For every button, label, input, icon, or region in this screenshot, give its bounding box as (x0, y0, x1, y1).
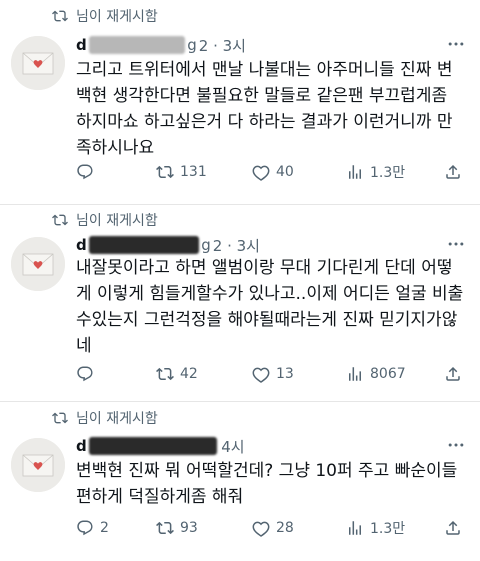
reply-icon (77, 366, 93, 382)
retweet-icon (156, 521, 174, 535)
like-button[interactable]: 28 (252, 519, 346, 537)
retweet-button[interactable]: 42 (156, 365, 252, 383)
retweet-icon (156, 367, 174, 381)
retweet-count: 93 (180, 520, 198, 536)
like-button[interactable]: 40 (252, 163, 346, 181)
share-icon (446, 520, 460, 535)
tweet-text: 그리고 트위터에서 맨날 나불대는 아주머니들 진짜 변 백현 생각한다면 불필… (76, 60, 453, 158)
more-button[interactable] (446, 34, 466, 54)
share-icon (446, 366, 460, 381)
more-icon (448, 443, 464, 447)
avatar[interactable] (11, 36, 65, 90)
view-count: 8067 (370, 366, 406, 382)
avatar[interactable] (11, 438, 65, 492)
reply-button[interactable] (76, 163, 156, 181)
author-handle[interactable]: d (76, 36, 87, 54)
reply-button[interactable] (76, 365, 156, 383)
avatar-envelope-icon (11, 237, 65, 291)
reply-count: 2 (100, 520, 109, 536)
retweet-indicator: 님이 재게시함 (52, 6, 158, 26)
redacted-name (89, 36, 186, 54)
redacted-name (89, 437, 218, 455)
tweet[interactable]: 님이 재게시함 d g 2 · 3시 내잘못이라고 하면 앨범이랑 무대 기다린… (0, 205, 480, 401)
like-count: 28 (276, 520, 294, 536)
retweet-button[interactable]: 93 (156, 519, 252, 537)
views-icon (349, 165, 361, 179)
share-button[interactable] (444, 163, 468, 181)
action-bar: 131 40 1.3만 (76, 161, 472, 183)
retweet-count: 42 (180, 366, 198, 382)
action-bar: 42 13 8067 (76, 363, 472, 385)
retweet-icon (52, 214, 68, 226)
retweet-count: 131 (180, 164, 207, 180)
author-handle[interactable]: d (76, 236, 87, 254)
handle-suffix: g (201, 236, 211, 254)
avatar[interactable] (11, 237, 65, 291)
tweet-header: d 4시 (76, 435, 436, 457)
retweet-label: 님이 재게시함 (76, 213, 158, 229)
like-icon (252, 367, 270, 383)
tweet-header: d g 2 · 3시 (76, 34, 436, 56)
redacted-name (89, 236, 200, 254)
more-button[interactable] (446, 234, 466, 254)
views-button[interactable]: 8067 (346, 365, 430, 383)
avatar-envelope-icon (11, 36, 65, 90)
timestamp[interactable]: 2 · 3시 (199, 35, 246, 56)
more-icon (448, 242, 464, 246)
retweet-icon (52, 10, 68, 22)
views-icon (349, 521, 361, 535)
action-bar: 2 93 28 1.3만 (76, 517, 472, 539)
reply-icon (77, 520, 93, 536)
more-button[interactable] (446, 435, 466, 455)
tweet-text: 내잘못이라고 하면 앨범이랑 무대 기다린게 단데 어떻 게 이렇게 힘들게할수… (76, 258, 464, 356)
timestamp[interactable]: 4시 (221, 436, 244, 457)
author-handle[interactable]: d (76, 437, 87, 455)
avatar-envelope-icon (11, 438, 65, 492)
views-button[interactable]: 1.3만 (346, 518, 430, 538)
reply-button[interactable]: 2 (76, 519, 156, 537)
retweet-icon (156, 165, 174, 179)
retweet-button[interactable]: 131 (156, 163, 252, 181)
like-count: 13 (276, 366, 294, 382)
tweet[interactable]: 님이 재게시함 d g 2 · 3시 그리고 트위터에서 맨날 나불대는 아주머… (0, 0, 480, 204)
views-icon (349, 367, 361, 381)
timestamp[interactable]: 2 · 3시 (213, 235, 260, 256)
like-count: 40 (276, 164, 294, 180)
retweet-indicator: 님이 재게시함 (52, 210, 158, 230)
reply-icon (77, 164, 93, 180)
tweet[interactable]: 님이 재게시함 d 4시 변백현 진짜 뭐 어떡할건데? 그냥 10퍼 주고 빠… (0, 402, 480, 561)
retweet-icon (52, 412, 68, 424)
tweet-header: d g 2 · 3시 (76, 234, 436, 256)
share-icon (446, 164, 460, 179)
view-count: 1.3만 (370, 165, 406, 181)
like-button[interactable]: 13 (252, 365, 346, 383)
tweet-text: 변백현 진짜 뭐 어떡할건데? 그냥 10퍼 주고 빠순이들 편하게 덕질하게좀… (76, 461, 458, 507)
retweet-label: 님이 재게시함 (76, 411, 158, 427)
retweet-indicator: 님이 재게시함 (52, 408, 158, 428)
retweet-label: 님이 재게시함 (76, 9, 158, 25)
handle-suffix: g (187, 36, 197, 54)
share-button[interactable] (444, 519, 468, 537)
share-button[interactable] (444, 365, 468, 383)
more-icon (448, 42, 464, 46)
views-button[interactable]: 1.3만 (346, 162, 430, 182)
like-icon (252, 165, 270, 181)
view-count: 1.3만 (370, 521, 406, 537)
like-icon (252, 521, 270, 537)
